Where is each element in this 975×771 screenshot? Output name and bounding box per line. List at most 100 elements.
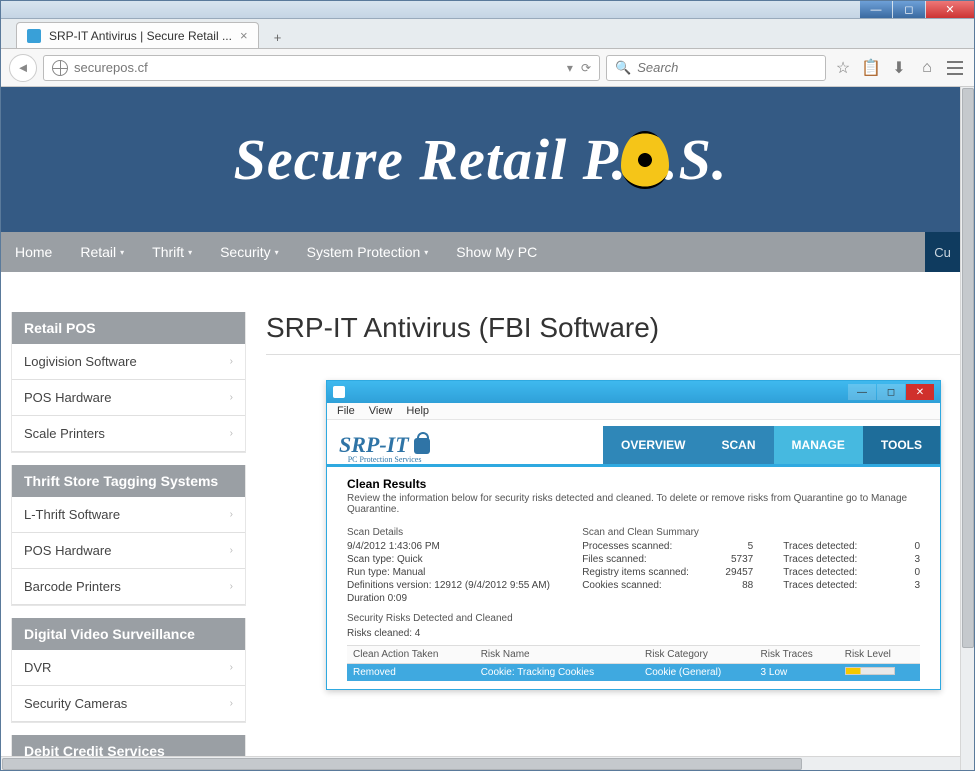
sidebar-group: Retail POSLogivision Software›POS Hardwa… xyxy=(11,312,246,453)
site-title: Secure Retail P..S. xyxy=(234,126,728,193)
sidebar-group-title: Debit Credit Services xyxy=(12,735,245,756)
app-close-button[interactable]: ✕ xyxy=(906,384,934,400)
risks-detected-header: Security Risks Detected and Cleaned xyxy=(347,613,920,624)
risk-row[interactable]: RemovedCookie: Tracking CookiesCookie (G… xyxy=(347,664,920,682)
nav-item[interactable]: Home xyxy=(1,232,66,272)
search-icon: 🔍 xyxy=(615,60,631,76)
tab-scan[interactable]: SCAN xyxy=(704,426,774,464)
browser-toolbar: ◄ securepos.cf ▾ ⟳ 🔍 ☆ 📋 ⬇ ⌂ xyxy=(1,49,974,87)
detail-row: Scan type: Quick xyxy=(347,553,552,566)
dropdown-icon[interactable]: ▾ xyxy=(567,61,573,75)
chevron-right-icon: › xyxy=(230,356,233,367)
detail-row: 9/4/2012 1:43:06 PM xyxy=(347,540,552,553)
os-titlebar: — ◻ ✕ xyxy=(1,1,974,19)
clean-results-sub: Review the information below for securit… xyxy=(347,493,920,515)
tab-close-icon[interactable]: × xyxy=(240,28,248,43)
reload-icon[interactable]: ⟳ xyxy=(581,61,591,75)
main-column: SRP-IT Antivirus (FBI Software) — ◻ ✕ Fi… xyxy=(266,312,960,756)
close-button[interactable]: ✕ xyxy=(926,1,974,18)
chevron-right-icon: › xyxy=(230,428,233,439)
sidebar-item[interactable]: Security Cameras› xyxy=(12,686,245,722)
app-header: SRP-IT PC Protection Services OVERVIEW S… xyxy=(327,420,940,467)
window-controls: — ◻ ✕ xyxy=(859,1,974,18)
chevron-right-icon: › xyxy=(230,545,233,556)
lock-icon xyxy=(414,438,430,454)
maximize-button[interactable]: ◻ xyxy=(893,1,925,18)
risk-column-header[interactable]: Risk Level xyxy=(839,646,920,664)
summary-row: Traces detected:0 xyxy=(783,566,920,579)
summary-row: Processes scanned:5 xyxy=(582,540,753,553)
back-button[interactable]: ◄ xyxy=(9,54,37,82)
app-menu-bar: File View Help xyxy=(327,403,940,420)
app-logo-tagline: PC Protection Services xyxy=(339,456,430,464)
eye-icon xyxy=(621,131,669,189)
sidebar-item[interactable]: POS Hardware› xyxy=(12,533,245,569)
detail-row: Definitions version: 12912 (9/4/2012 9:5… xyxy=(347,579,552,592)
menu-button[interactable] xyxy=(944,57,966,79)
nav-item[interactable]: Thrift▾ xyxy=(138,232,206,272)
tab-overview[interactable]: OVERVIEW xyxy=(603,426,703,464)
nav-item[interactable]: Security▾ xyxy=(206,232,293,272)
nav-item[interactable]: Show My PC xyxy=(442,232,551,272)
app-menu-item[interactable]: File xyxy=(337,405,355,417)
viewport: Secure Retail P..S. HomeRetail▾Thrift▾Se… xyxy=(1,87,974,770)
app-tabs: OVERVIEW SCAN MANAGE TOOLS xyxy=(603,426,940,464)
tab-manage[interactable]: MANAGE xyxy=(774,426,863,464)
scan-details-label: Scan Details xyxy=(347,527,552,538)
risks-cleaned-count: Risks cleaned: 4 xyxy=(347,628,920,639)
risk-column-header[interactable]: Risk Category xyxy=(639,646,755,664)
new-tab-button[interactable]: + xyxy=(265,26,291,48)
clean-results-heading: Clean Results xyxy=(347,477,920,491)
chevron-right-icon: › xyxy=(230,698,233,709)
detail-row: Run type: Manual xyxy=(347,566,552,579)
app-menu-item[interactable]: Help xyxy=(406,405,429,417)
summary-label: Scan and Clean Summary xyxy=(582,527,753,538)
search-input[interactable] xyxy=(637,60,817,75)
downloads-icon[interactable]: ⬇ xyxy=(888,57,910,79)
search-bar[interactable]: 🔍 xyxy=(606,55,826,81)
sidebar-item[interactable]: DVR› xyxy=(12,650,245,686)
nav-item[interactable]: Retail▾ xyxy=(66,232,138,272)
nav-overflow[interactable]: Cu xyxy=(925,232,960,272)
vscroll-thumb[interactable] xyxy=(962,88,974,648)
sidebar-item-label: POS Hardware xyxy=(24,390,111,405)
app-body: Clean Results Review the information bel… xyxy=(327,467,940,689)
nav-item[interactable]: System Protection▾ xyxy=(293,232,443,272)
summary-row: Traces detected:0 xyxy=(783,540,920,553)
summary-row: Cookies scanned:88 xyxy=(582,579,753,592)
detail-row: Duration 0:09 xyxy=(347,592,552,605)
summary-row: Registry items scanned:29457 xyxy=(582,566,753,579)
horizontal-scrollbar[interactable] xyxy=(1,756,960,770)
app-minimize-button[interactable]: — xyxy=(848,384,876,400)
globe-icon xyxy=(52,60,68,76)
hscroll-thumb[interactable] xyxy=(2,758,802,770)
sidebar-group: Thrift Store Tagging SystemsL-Thrift Sof… xyxy=(11,465,246,606)
risk-table: Clean Action TakenRisk NameRisk Category… xyxy=(347,645,920,681)
browser-tab[interactable]: SRP-IT Antivirus | Secure Retail ... × xyxy=(16,22,259,48)
chevron-down-icon: ▾ xyxy=(275,248,279,257)
risk-column-header[interactable]: Risk Traces xyxy=(755,646,839,664)
sidebar-item-label: L-Thrift Software xyxy=(24,507,120,522)
vertical-scrollbar[interactable] xyxy=(960,87,974,770)
risk-column-header[interactable]: Risk Name xyxy=(475,646,639,664)
tab-tools[interactable]: TOOLS xyxy=(863,426,940,464)
app-maximize-button[interactable]: ◻ xyxy=(877,384,905,400)
sidebar-item[interactable]: POS Hardware › xyxy=(12,380,245,416)
sidebar-item-label: DVR xyxy=(24,660,51,675)
clipboard-icon[interactable]: 📋 xyxy=(860,57,882,79)
minimize-button[interactable]: — xyxy=(860,1,892,18)
chevron-right-icon: › xyxy=(230,392,233,403)
risk-column-header[interactable]: Clean Action Taken xyxy=(347,646,475,664)
url-bar[interactable]: securepos.cf ▾ ⟳ xyxy=(43,55,600,81)
url-text: securepos.cf xyxy=(74,60,148,75)
app-menu-item[interactable]: View xyxy=(369,405,393,417)
sidebar-item[interactable]: L-Thrift Software› xyxy=(12,497,245,533)
chevron-down-icon: ▾ xyxy=(424,248,428,257)
sidebar-item[interactable]: Logivision Software› xyxy=(12,344,245,380)
main-nav: HomeRetail▾Thrift▾Security▾System Protec… xyxy=(1,232,960,272)
sidebar-item[interactable]: Scale Printers› xyxy=(12,416,245,452)
bookmark-star-icon[interactable]: ☆ xyxy=(832,57,854,79)
home-icon[interactable]: ⌂ xyxy=(916,57,938,79)
sidebar-item[interactable]: Barcode Printers› xyxy=(12,569,245,605)
app-logo: SRP-IT PC Protection Services xyxy=(339,434,430,464)
